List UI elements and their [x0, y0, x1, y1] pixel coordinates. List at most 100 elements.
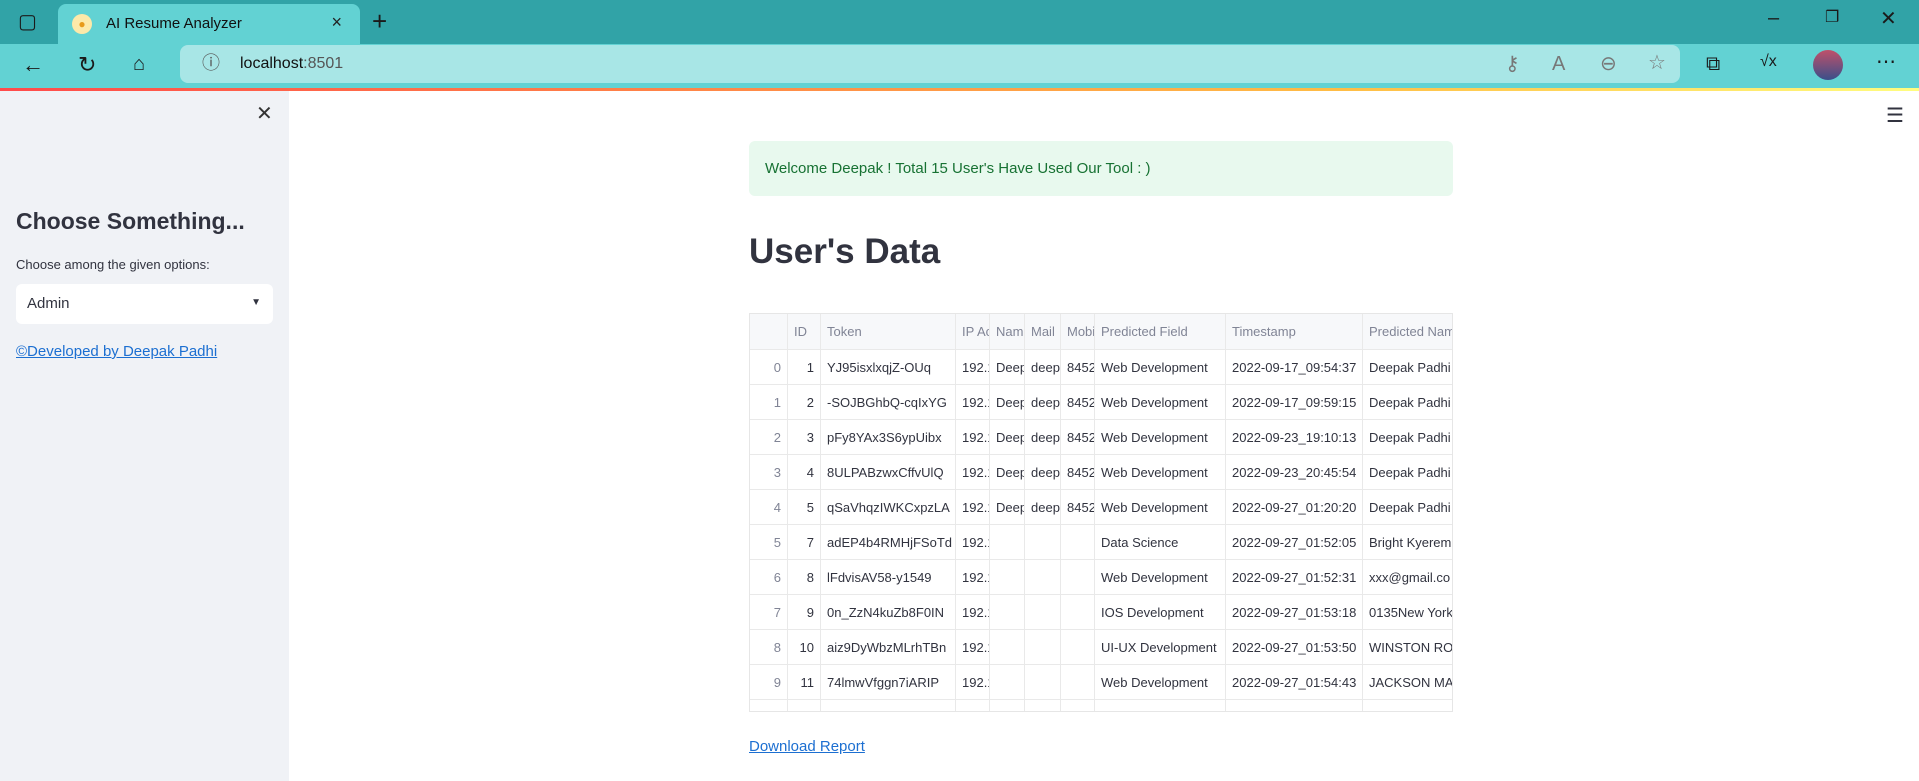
table-cell[interactable]: [821, 700, 956, 711]
table-cell[interactable]: Deepak Padhi: [1363, 420, 1452, 455]
table-cell[interactable]: WINSTON ROS: [1363, 630, 1452, 665]
table-cell[interactable]: [990, 630, 1025, 665]
table-cell[interactable]: 8452: [1061, 490, 1095, 525]
table-cell[interactable]: 2022-09-27_01:52:05: [1226, 525, 1363, 560]
table-cell[interactable]: 2022-09-17_09:54:37: [1226, 350, 1363, 385]
column-header[interactable]: Timestamp: [1226, 314, 1363, 350]
table-cell[interactable]: Web Development: [1095, 560, 1226, 595]
table-cell[interactable]: 7: [788, 525, 821, 560]
table-cell[interactable]: 2022-09-23_19:10:13: [1226, 420, 1363, 455]
table-cell[interactable]: 2: [788, 385, 821, 420]
column-header[interactable]: IP Ac: [956, 314, 990, 350]
table-cell[interactable]: 6: [750, 560, 788, 595]
more-icon[interactable]: ⋯: [1876, 52, 1896, 72]
table-cell[interactable]: 192.1: [956, 420, 990, 455]
table-cell[interactable]: 2022-09-17_09:59:15: [1226, 385, 1363, 420]
back-icon[interactable]: ←: [22, 54, 44, 76]
table-cell[interactable]: 3: [750, 455, 788, 490]
table-cell[interactable]: Deep: [990, 385, 1025, 420]
table-cell[interactable]: [1061, 560, 1095, 595]
table-cell[interactable]: 192.1: [956, 595, 990, 630]
table-cell[interactable]: Web Development: [1095, 420, 1226, 455]
table-cell[interactable]: 192.1: [956, 385, 990, 420]
table-cell[interactable]: Web Development: [1095, 350, 1226, 385]
table-cell[interactable]: [1025, 595, 1061, 630]
download-report-link[interactable]: Download Report: [749, 738, 865, 755]
table-cell[interactable]: JACKSON MAC: [1363, 665, 1452, 700]
table-cell[interactable]: 1: [788, 350, 821, 385]
table-cell[interactable]: Deep: [990, 455, 1025, 490]
minimize-icon[interactable]: –: [1768, 8, 1779, 28]
table-cell[interactable]: [1061, 665, 1095, 700]
column-header[interactable]: Mail: [1025, 314, 1061, 350]
table-cell[interactable]: [1025, 525, 1061, 560]
table-cell[interactable]: 74lmwVfggn7iARIP: [821, 665, 956, 700]
users-data-table[interactable]: ID Token IP Ac Nam Mail Mobi Predicted Field Ti…: [749, 313, 1453, 712]
table-cell[interactable]: Deep: [990, 420, 1025, 455]
key-icon[interactable]: ⚷: [1505, 54, 1520, 74]
table-cell[interactable]: [990, 560, 1025, 595]
table-cell[interactable]: aiz9DyWbzMLrhTBn: [821, 630, 956, 665]
table-cell[interactable]: 2022-09-27_01:52:31: [1226, 560, 1363, 595]
table-cell[interactable]: [1095, 700, 1226, 711]
read-aloud-icon[interactable]: A: [1552, 54, 1565, 74]
table-cell[interactable]: Deepak Padhi: [1363, 490, 1452, 525]
table-cell[interactable]: Deepak Padhi: [1363, 350, 1452, 385]
table-cell[interactable]: 8: [750, 630, 788, 665]
table-cell[interactable]: 192.1: [956, 455, 990, 490]
new-tab-icon[interactable]: +: [372, 8, 387, 34]
table-cell[interactable]: [1061, 630, 1095, 665]
table-cell[interactable]: 2022-09-27_01:53:50: [1226, 630, 1363, 665]
table-cell[interactable]: 192.1: [956, 350, 990, 385]
site-info-icon[interactable]: ⓘ: [202, 54, 220, 72]
table-cell[interactable]: 2: [750, 420, 788, 455]
table-cell[interactable]: xxx@gmail.co: [1363, 560, 1452, 595]
favorite-icon[interactable]: ☆: [1648, 53, 1666, 73]
table-cell[interactable]: [1226, 700, 1363, 711]
table-cell[interactable]: 0135New York: [1363, 595, 1452, 630]
table-cell[interactable]: deep: [1025, 455, 1061, 490]
table-cell[interactable]: 8452: [1061, 420, 1095, 455]
math-solver-icon[interactable]: √x: [1760, 54, 1777, 70]
table-cell[interactable]: Deep: [990, 350, 1025, 385]
close-window-icon[interactable]: ✕: [1880, 9, 1897, 29]
table-cell[interactable]: pFy8YAx3S6ypUibx: [821, 420, 956, 455]
table-cell[interactable]: qSaVhqzIWKCxpzLA: [821, 490, 956, 525]
column-header[interactable]: Token: [821, 314, 956, 350]
table-cell[interactable]: 8452: [1061, 350, 1095, 385]
hamburger-menu-icon[interactable]: ☰: [1886, 103, 1904, 128]
table-cell[interactable]: deep: [1025, 490, 1061, 525]
zoom-out-icon[interactable]: ⊖: [1600, 54, 1617, 74]
table-cell[interactable]: 2022-09-27_01:53:18: [1226, 595, 1363, 630]
table-cell[interactable]: 0n_ZzN4kuZb8F0IN: [821, 595, 956, 630]
table-cell[interactable]: 5: [788, 490, 821, 525]
table-cell[interactable]: [956, 700, 990, 711]
table-cell[interactable]: lFdvisAV58-y1549: [821, 560, 956, 595]
table-cell[interactable]: Deepak Padhi: [1363, 455, 1452, 490]
column-header[interactable]: Nam: [990, 314, 1025, 350]
browser-tab[interactable]: ● AI Resume Analyzer ×: [58, 4, 360, 44]
developer-credit-link[interactable]: ©Developed by Deepak Padhi: [16, 343, 217, 360]
table-cell[interactable]: 192.1: [956, 525, 990, 560]
table-cell[interactable]: Web Development: [1095, 665, 1226, 700]
table-cell[interactable]: Bright Kyerem: [1363, 525, 1452, 560]
collections-icon[interactable]: ⧉: [1706, 54, 1720, 74]
table-cell[interactable]: -SOJBGhbQ-cqIxYG: [821, 385, 956, 420]
table-cell[interactable]: [1025, 630, 1061, 665]
table-cell[interactable]: Web Development: [1095, 490, 1226, 525]
table-cell[interactable]: [1061, 525, 1095, 560]
table-cell[interactable]: [1025, 560, 1061, 595]
table-cell[interactable]: 2022-09-27_01:20:20: [1226, 490, 1363, 525]
table-cell[interactable]: 8: [788, 560, 821, 595]
tab-actions-icon[interactable]: ▢: [18, 12, 37, 32]
table-cell[interactable]: [788, 700, 821, 711]
table-cell[interactable]: [990, 525, 1025, 560]
restore-icon[interactable]: ❐: [1825, 10, 1839, 26]
table-cell[interactable]: IOS Development: [1095, 595, 1226, 630]
table-cell[interactable]: 4: [788, 455, 821, 490]
column-header[interactable]: Mobi: [1061, 314, 1095, 350]
table-cell[interactable]: deep: [1025, 350, 1061, 385]
refresh-icon[interactable]: ↻: [78, 54, 96, 76]
role-select[interactable]: Admin ▼: [16, 284, 273, 324]
table-cell[interactable]: 10: [788, 630, 821, 665]
